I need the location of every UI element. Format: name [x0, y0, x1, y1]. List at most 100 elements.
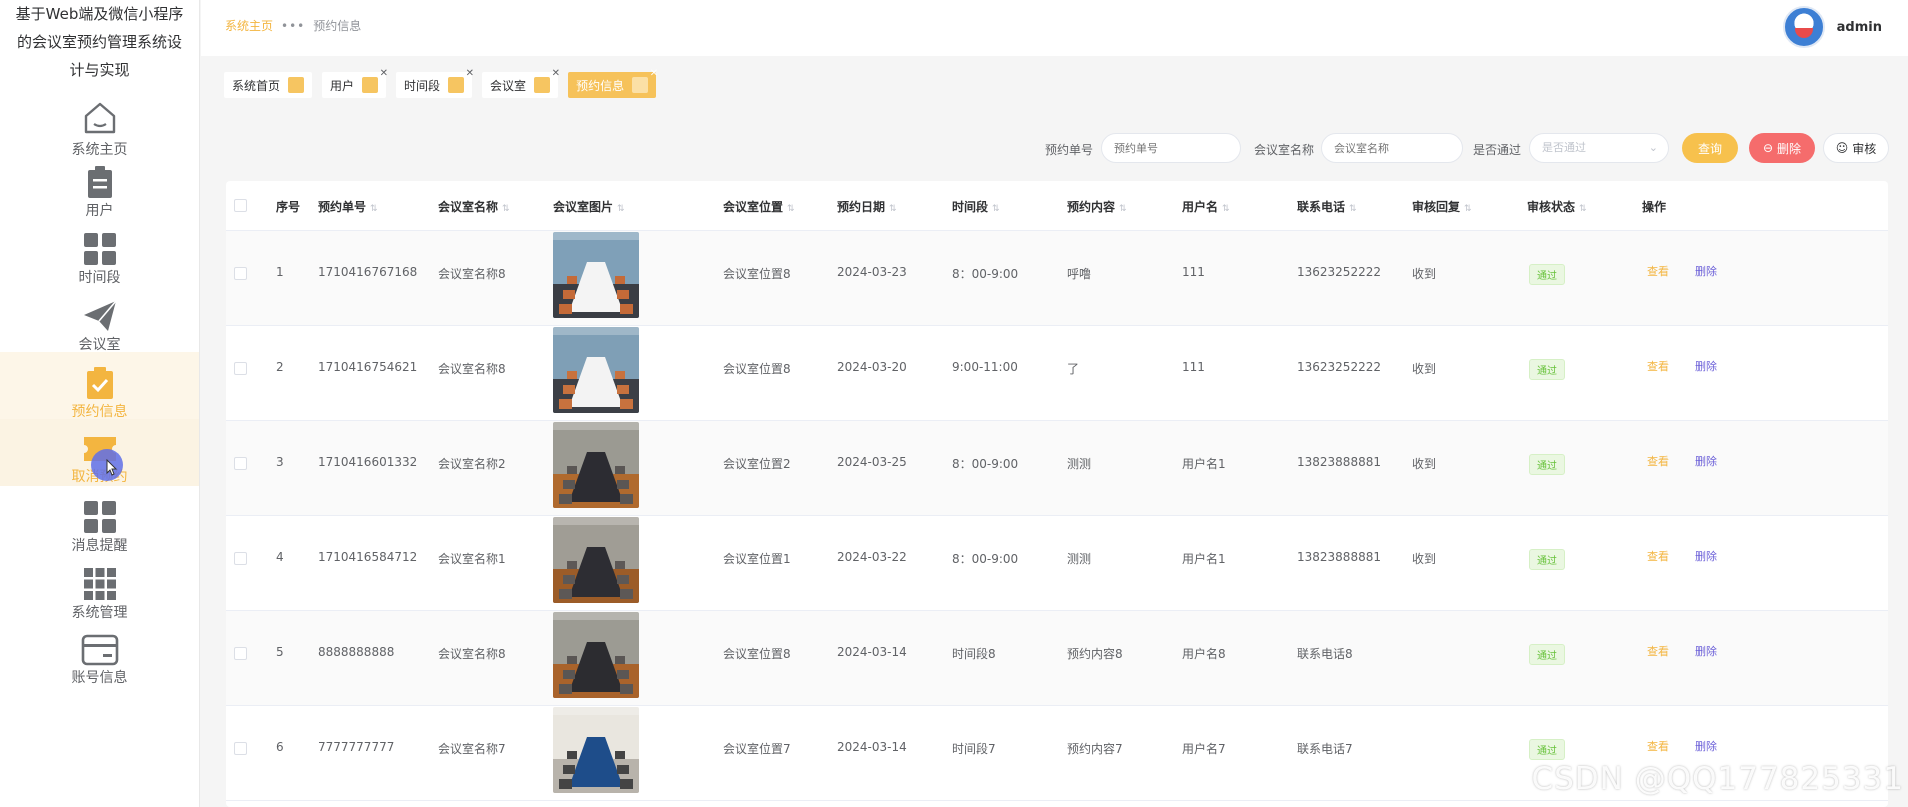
room-image[interactable] — [553, 327, 639, 413]
user-menu[interactable]: admin — [1782, 6, 1882, 48]
tag-rooms[interactable]: 会议室 ✕ — [482, 68, 560, 98]
view-button[interactable]: 查看 — [1647, 358, 1669, 374]
sidebar-item-users[interactable]: 用户 — [0, 151, 199, 219]
select-all-checkbox[interactable] — [234, 199, 247, 212]
header-reply[interactable]: 审核回复 ⇅ — [1412, 198, 1472, 215]
cell-reply: 收到 — [1412, 457, 1437, 471]
row-delete-button[interactable]: 删除 — [1695, 738, 1717, 754]
sidebar-item-system[interactable]: 系统管理 — [0, 553, 199, 621]
row-checkbox[interactable] — [234, 267, 247, 280]
sidebar-item-label: 会议室 — [78, 337, 121, 353]
sort-icon[interactable]: ⇅ — [502, 204, 510, 214]
close-icon[interactable]: ✕ — [466, 68, 474, 79]
clipboard-check-icon — [78, 366, 122, 400]
delete-button[interactable]: ⊖ 删除 — [1749, 133, 1815, 163]
table-row[interactable]: 2 1710416754621 会议室名称8 会议室位置8 2024-03-20 9:00… — [226, 326, 1888, 421]
tag-square-icon — [362, 77, 379, 93]
row-checkbox[interactable] — [234, 362, 247, 375]
sort-icon[interactable]: ⇅ — [889, 204, 897, 214]
table-row[interactable]: 3 1710416601332 会议室名称2 会议室位置2 2024-03-25 8：00… — [226, 421, 1888, 516]
header-status[interactable]: 审核状态 ⇅ — [1527, 198, 1587, 215]
header-phone[interactable]: 联系电话 ⇅ — [1297, 198, 1357, 215]
sort-icon[interactable]: ⇅ — [370, 204, 378, 214]
sort-icon[interactable]: ⇅ — [992, 204, 1000, 214]
row-checkbox[interactable] — [234, 647, 247, 660]
tag-home[interactable]: 系统首页 — [224, 72, 313, 98]
top-bar: 系统主页 ••• 预约信息 admin — [201, 0, 1908, 56]
room-image[interactable] — [553, 707, 639, 793]
header-room-name[interactable]: 会议室名称 ⇅ — [438, 198, 510, 215]
header-username[interactable]: 用户名 ⇅ — [1182, 198, 1230, 215]
grid-icon — [78, 232, 122, 266]
sort-icon[interactable]: ⇅ — [617, 204, 625, 214]
cell-phone: 13823888881 — [1297, 455, 1381, 469]
query-button[interactable]: 查询 — [1682, 133, 1738, 163]
sort-icon[interactable]: ⇅ — [1119, 204, 1127, 214]
header-label: 联系电话 — [1297, 200, 1346, 214]
sort-icon[interactable]: ⇅ — [1222, 204, 1230, 214]
view-button[interactable]: 查看 — [1647, 643, 1669, 659]
header-date[interactable]: 预约日期 ⇅ — [837, 198, 897, 215]
close-icon[interactable]: ✕ — [650, 68, 658, 79]
row-checkbox[interactable] — [234, 742, 247, 755]
cell-date: 2024-03-14 — [837, 645, 907, 659]
passed-select[interactable]: 是否通过 ⌄ — [1529, 133, 1669, 163]
room-image[interactable] — [553, 232, 639, 318]
sidebar-item-account[interactable]: 账号信息 — [0, 620, 199, 687]
cell-username: 用户名8 — [1182, 647, 1226, 661]
booking-no-label: 预约单号 — [1045, 143, 1094, 157]
grid-icon — [78, 500, 122, 534]
table-row[interactable]: 1 1710416767168 会议室名称8 会议室位置8 2024-03-23 8：00… — [226, 231, 1888, 326]
sort-icon[interactable]: ⇅ — [1349, 204, 1357, 214]
sort-icon[interactable]: ⇅ — [1464, 204, 1472, 214]
room-image[interactable] — [553, 422, 639, 508]
cell-room-location: 会议室位置8 — [723, 362, 791, 376]
header-room-image[interactable]: 会议室图片 ⇅ — [553, 198, 625, 215]
audit-button[interactable]: ☺ 审核 — [1823, 133, 1889, 163]
row-delete-button[interactable]: 删除 — [1695, 548, 1717, 564]
room-image[interactable] — [553, 612, 639, 698]
view-button[interactable]: 查看 — [1647, 263, 1669, 279]
view-button[interactable]: 查看 — [1647, 548, 1669, 564]
breadcrumb-home[interactable]: 系统主页 — [225, 17, 273, 34]
row-delete-button[interactable]: 删除 — [1695, 358, 1717, 374]
tag-bar: 系统首页 用户 ✕ 时间段 ✕ 会议室 ✕ 预约信息 ✕ — [224, 68, 658, 98]
username[interactable]: admin — [1837, 20, 1882, 35]
close-icon[interactable]: ✕ — [380, 68, 388, 79]
header-booking-no[interactable]: 预约单号 ⇅ — [318, 198, 378, 215]
header-timeslot[interactable]: 时间段 ⇅ — [952, 198, 1000, 215]
sidebar-item-cancel[interactable]: 取消预约 — [0, 419, 199, 486]
view-button[interactable]: 查看 — [1647, 453, 1669, 469]
sort-icon[interactable]: ⇅ — [1579, 204, 1587, 214]
room-name-input[interactable] — [1321, 133, 1463, 163]
booking-no-input[interactable] — [1101, 133, 1241, 163]
view-button[interactable]: 查看 — [1647, 738, 1669, 754]
table-row[interactable]: 5 8888888888 会议室名称8 会议室位置8 2024-03-14 时间段8 预约内… — [226, 611, 1888, 706]
row-delete-button[interactable]: 删除 — [1695, 263, 1717, 279]
header-label: 审核回复 — [1412, 200, 1461, 214]
header-content[interactable]: 预约内容 ⇅ — [1067, 198, 1127, 215]
header-label: 时间段 — [952, 200, 989, 214]
tag-bookings[interactable]: 预约信息 ✕ — [568, 68, 658, 98]
row-delete-button[interactable]: 删除 — [1695, 453, 1717, 469]
row-checkbox[interactable] — [234, 457, 247, 470]
sidebar-item-bookings[interactable]: 预约信息 — [0, 352, 199, 420]
sidebar-item-timeslot[interactable]: 时间段 — [0, 218, 199, 286]
tag-timeslot[interactable]: 时间段 ✕ — [396, 68, 474, 98]
avatar[interactable] — [1782, 6, 1825, 48]
tag-users[interactable]: 用户 ✕ — [322, 68, 388, 98]
close-icon[interactable]: ✕ — [552, 68, 560, 79]
room-image[interactable] — [553, 517, 639, 603]
sidebar: 基于Web端及微信小程序 的会议室预约管理系统设 计与实现 系统主页 用户 时间… — [0, 0, 200, 807]
table-row[interactable]: 4 1710416584712 会议室名称1 会议室位置1 2024-03-22 8：00… — [226, 516, 1888, 611]
sidebar-item-messages[interactable]: 消息提醒 — [0, 486, 199, 554]
header-room-location[interactable]: 会议室位置 ⇅ — [723, 198, 795, 215]
row-delete-button[interactable]: 删除 — [1695, 643, 1717, 659]
sidebar-item-home[interactable]: 系统主页 — [0, 84, 199, 158]
user-icon: ☺ — [1835, 141, 1849, 155]
status-badge: 通过 — [1529, 644, 1565, 665]
sort-icon[interactable]: ⇅ — [787, 204, 795, 214]
row-checkbox[interactable] — [234, 552, 247, 565]
sidebar-item-rooms[interactable]: 会议室 — [0, 285, 199, 353]
status-badge: 通过 — [1529, 549, 1565, 570]
